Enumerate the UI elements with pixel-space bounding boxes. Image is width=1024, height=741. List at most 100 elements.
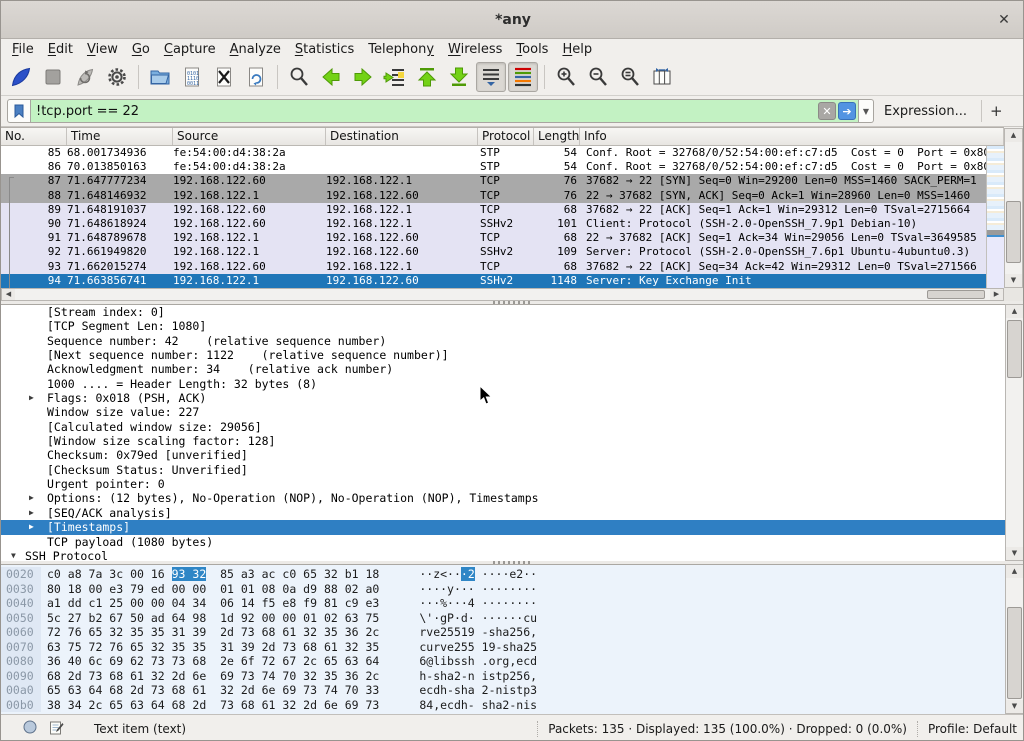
go-to-packet-button[interactable] — [380, 62, 410, 92]
menu-go[interactable]: Go — [125, 41, 157, 58]
capture-comment-icon[interactable] — [49, 720, 64, 738]
hex-row-0030[interactable]: 003080 18 00 e3 79 ed 00 00 01 01 08 0a … — [1, 582, 1005, 597]
packet-row-94[interactable]: 9471.663856741192.168.122.1192.168.122.6… — [1, 274, 986, 288]
go-forward-button[interactable] — [348, 62, 378, 92]
expression-button[interactable]: Expression... — [884, 104, 967, 119]
menu-file[interactable]: File — [5, 41, 41, 58]
menu-help[interactable]: Help — [555, 41, 599, 58]
packet-row-89[interactable]: 8971.648191037192.168.122.60192.168.122.… — [1, 203, 986, 217]
collapse-icon[interactable]: ▼ — [11, 549, 16, 561]
zoom-original-button[interactable] — [615, 62, 645, 92]
detail-line[interactable]: Acknowledgment number: 34 (relative ack … — [1, 362, 1005, 376]
hex-row-0020[interactable]: 0020c0 a8 7a 3c 00 16 93 32 85 a3 ac c0 … — [1, 567, 1005, 582]
column-header-info[interactable]: Info — [580, 128, 1004, 145]
go-last-packet-button[interactable] — [444, 62, 474, 92]
expand-icon[interactable]: ▶ — [29, 491, 34, 505]
menu-edit[interactable]: Edit — [41, 41, 80, 58]
scroll-up-icon[interactable]: ▲ — [1006, 565, 1023, 578]
packet-row-91[interactable]: 9171.648789678192.168.122.1192.168.122.6… — [1, 231, 986, 245]
detail-line[interactable]: [Stream index: 0] — [1, 305, 1005, 319]
scrollbar-thumb[interactable] — [1007, 320, 1022, 378]
apply-filter-button[interactable]: ➔ — [838, 102, 856, 120]
resize-columns-button[interactable] — [647, 62, 677, 92]
detail-line[interactable]: ▼SSH Protocol — [1, 549, 1005, 561]
zoom-out-button[interactable] — [583, 62, 613, 92]
detail-line[interactable]: ▶[Timestamps] — [1, 520, 1005, 534]
menu-telephony[interactable]: Telephony — [361, 41, 441, 58]
add-filter-button[interactable]: + — [981, 100, 1011, 122]
stop-capture-button[interactable] — [38, 62, 68, 92]
column-header-destination[interactable]: Destination — [326, 128, 478, 145]
scroll-up-icon[interactable]: ▲ — [1006, 305, 1023, 318]
hex-row-0050[interactable]: 00505c 27 b2 67 50 ad 64 98 1d 92 00 00 … — [1, 611, 1005, 626]
scroll-right-icon[interactable]: ▶ — [990, 289, 1003, 300]
reload-file-button[interactable] — [241, 62, 271, 92]
packet-list-hscrollbar[interactable]: ◀ ▶ — [1, 288, 1004, 301]
column-header-length[interactable]: Length — [534, 128, 580, 145]
packet-list-minimap[interactable] — [986, 146, 1004, 288]
hex-row-0060[interactable]: 006072 76 65 32 35 35 31 39 2d 73 68 61 … — [1, 625, 1005, 640]
hex-row-00a0[interactable]: 00a065 63 64 68 2d 73 68 61 32 2d 6e 69 … — [1, 683, 1005, 698]
menu-view[interactable]: View — [80, 41, 125, 58]
hex-row-00b0[interactable]: 00b038 34 2c 65 63 64 68 2d 73 68 61 32 … — [1, 698, 1005, 713]
hex-row-0080[interactable]: 008036 40 6c 69 62 73 73 68 2e 6f 72 67 … — [1, 654, 1005, 669]
column-header-time[interactable]: Time — [67, 128, 173, 145]
menu-analyze[interactable]: Analyze — [223, 41, 288, 58]
colorize-packets-button[interactable] — [508, 62, 538, 92]
expand-icon[interactable]: ▶ — [29, 391, 34, 405]
close-file-button[interactable] — [209, 62, 239, 92]
detail-line[interactable]: ▶[SEQ/ACK analysis] — [1, 506, 1005, 520]
column-header-source[interactable]: Source — [173, 128, 326, 145]
profile-status[interactable]: Profile: Default — [928, 722, 1017, 736]
hex-pane-scrollbar[interactable]: ▲ ▼ — [1005, 564, 1024, 714]
packet-list-scrollbar[interactable]: ▲ ▼ — [1004, 128, 1023, 288]
menu-statistics[interactable]: Statistics — [288, 41, 361, 58]
packet-row-86[interactable]: 8670.013850163fe:54:00:d4:38:2aSTP54Conf… — [1, 160, 986, 174]
detail-line[interactable]: [Checksum Status: Unverified] — [1, 463, 1005, 477]
packet-row-93[interactable]: 9371.662015274192.168.122.60192.168.122.… — [1, 260, 986, 274]
detail-line[interactable]: ▶Flags: 0x018 (PSH, ACK) — [1, 391, 1005, 405]
hex-row-0040[interactable]: 0040a1 dd c1 25 00 00 04 34 06 14 f5 e8 … — [1, 596, 1005, 611]
expand-icon[interactable]: ▶ — [29, 520, 34, 534]
expand-icon[interactable]: ▶ — [29, 506, 34, 520]
open-file-button[interactable] — [145, 62, 175, 92]
expert-info-icon[interactable] — [23, 720, 37, 737]
filter-history-dropdown[interactable]: ▼ — [859, 99, 874, 123]
detail-pane-scrollbar[interactable]: ▲ ▼ — [1005, 304, 1024, 561]
detail-line[interactable]: [Calculated window size: 29056] — [1, 420, 1005, 434]
detail-line[interactable]: 1000 .... = Header Length: 32 bytes (8) — [1, 377, 1005, 391]
scroll-down-icon[interactable]: ▼ — [1006, 700, 1023, 713]
go-first-packet-button[interactable] — [412, 62, 442, 92]
scroll-down-icon[interactable]: ▼ — [1005, 274, 1022, 287]
find-packet-button[interactable] — [284, 62, 314, 92]
detail-line[interactable]: Window size value: 227 — [1, 405, 1005, 419]
scrollbar-thumb[interactable] — [1006, 201, 1021, 263]
packet-row-92[interactable]: 9271.661949820192.168.122.1192.168.122.6… — [1, 245, 986, 259]
zoom-in-button[interactable] — [551, 62, 581, 92]
display-filter-input[interactable] — [31, 104, 818, 119]
packet-row-87[interactable]: 8771.647777234192.168.122.60192.168.122.… — [1, 174, 986, 188]
packet-row-88[interactable]: 8871.648146932192.168.122.1192.168.122.6… — [1, 189, 986, 203]
menu-tools[interactable]: Tools — [509, 41, 555, 58]
clear-filter-button[interactable]: ✕ — [818, 102, 836, 120]
save-file-button[interactable]: 010111100011 — [177, 62, 207, 92]
detail-line[interactable]: TCP payload (1080 bytes) — [1, 535, 1005, 549]
detail-line[interactable]: [Window size scaling factor: 128] — [1, 434, 1005, 448]
detail-line[interactable]: Checksum: 0x79ed [unverified] — [1, 448, 1005, 462]
go-back-button[interactable] — [316, 62, 346, 92]
scroll-left-icon[interactable]: ◀ — [2, 289, 15, 300]
scrollbar-thumb[interactable] — [1007, 607, 1022, 699]
column-header-protocol[interactable]: Protocol — [478, 128, 534, 145]
detail-line[interactable]: Sequence number: 42 (relative sequence n… — [1, 334, 1005, 348]
detail-line[interactable]: [TCP Segment Len: 1080] — [1, 319, 1005, 333]
restart-capture-button[interactable] — [70, 62, 100, 92]
hscrollbar-thumb[interactable] — [927, 290, 985, 299]
close-window-button[interactable]: ✕ — [995, 11, 1013, 29]
start-capture-button[interactable] — [6, 62, 36, 92]
detail-line[interactable]: Urgent pointer: 0 — [1, 477, 1005, 491]
hex-row-0090[interactable]: 009068 2d 73 68 61 32 2d 6e 69 73 74 70 … — [1, 669, 1005, 684]
capture-options-button[interactable] — [102, 62, 132, 92]
column-header-no[interactable]: No. — [1, 128, 67, 145]
detail-line[interactable]: [Next sequence number: 1122 (relative se… — [1, 348, 1005, 362]
scroll-up-icon[interactable]: ▲ — [1005, 129, 1022, 142]
